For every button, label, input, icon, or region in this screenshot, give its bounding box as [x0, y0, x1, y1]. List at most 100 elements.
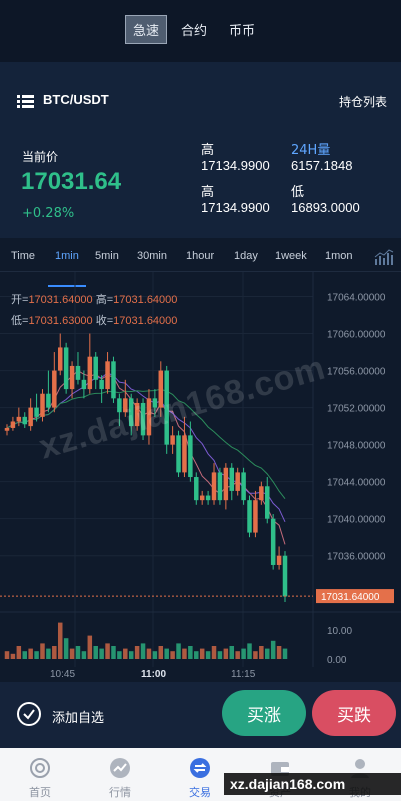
- volume-bar: [176, 643, 181, 659]
- candle-body: [182, 435, 187, 473]
- volume-bar: [128, 651, 134, 659]
- list-icon[interactable]: [17, 95, 34, 108]
- candle-body: [188, 435, 193, 478]
- volume-bar: [57, 622, 63, 659]
- current-price-label: 当前价: [22, 150, 59, 164]
- volume-bar: [123, 648, 128, 659]
- volume-bar: [69, 648, 75, 659]
- volume-tick-label: 0.00: [327, 655, 347, 666]
- y-tick-label: 17064.00000: [327, 293, 386, 304]
- volume-bar: [235, 651, 240, 659]
- x-tick-label: 10:45: [50, 669, 75, 680]
- volume-bar: [217, 651, 223, 659]
- interval-1min[interactable]: 1min: [55, 250, 79, 262]
- volume-bar: [75, 646, 81, 659]
- volume-bar: [259, 646, 264, 659]
- tab-home[interactable]: 首页: [0, 748, 80, 801]
- high-label: 高: [201, 143, 215, 158]
- candle-body: [211, 472, 217, 501]
- interval-tabs: Time 1min 5min 30min 1hour 1day 1week 1m…: [0, 242, 401, 272]
- candle-body: [194, 477, 199, 501]
- interval-time[interactable]: Time: [11, 250, 35, 262]
- tab-market[interactable]: 行情: [80, 748, 160, 801]
- tab-home-label: 首页: [29, 786, 51, 799]
- volume-bar: [134, 646, 140, 659]
- add-favorite-check-icon[interactable]: [17, 702, 41, 726]
- buy-up-button[interactable]: 买涨: [222, 690, 306, 736]
- candle-body: [229, 467, 235, 491]
- volume-bar: [117, 651, 122, 659]
- home-icon: [30, 758, 50, 778]
- y-tick-label: 17060.00000: [327, 330, 386, 341]
- candle-body: [176, 435, 181, 473]
- volume-bar: [40, 643, 45, 659]
- price-change: +0.28%: [22, 206, 75, 221]
- candle-body: [217, 472, 223, 501]
- volume-bar: [199, 648, 205, 659]
- ohlc-open-high: 开=17031.64000 高=17031.64000: [11, 294, 178, 306]
- volume-bar: [223, 648, 229, 659]
- tab-spot[interactable]: 币币: [221, 15, 263, 44]
- y-tick-label: 17056.00000: [327, 367, 386, 378]
- candle-body: [34, 407, 39, 417]
- candle-body: [111, 361, 116, 399]
- add-favorite-label[interactable]: 添加自选: [52, 707, 104, 726]
- volume-bar: [276, 646, 282, 659]
- low-value: 16893.0000: [291, 200, 360, 215]
- candle-body: [241, 472, 246, 501]
- volume-bar: [105, 643, 110, 659]
- volume-bar: [46, 648, 51, 659]
- volume-bar: [34, 651, 39, 659]
- candle-body: [63, 347, 69, 390]
- candlestick-chart[interactable]: 17064.00000 17060.00000 17056.00000 17052.0…: [0, 272, 401, 682]
- candle-body: [16, 416, 22, 422]
- y-tick-label: 17052.00000: [327, 404, 386, 415]
- volume-tick-label: 10.00: [327, 626, 352, 637]
- candle-body: [276, 555, 282, 565]
- interval-1day[interactable]: 1day: [234, 250, 258, 262]
- buy-down-button[interactable]: 买跌: [312, 690, 396, 736]
- watermark-tag: xz.dajian168.com: [224, 773, 401, 795]
- volume-bar: [63, 638, 69, 659]
- candle-body: [270, 518, 276, 565]
- market-icon: [110, 758, 130, 778]
- interval-1week[interactable]: 1week: [275, 250, 307, 262]
- candle-body: [4, 427, 10, 431]
- candle-body: [205, 495, 211, 501]
- volume-bar: [182, 648, 187, 659]
- volume-bar: [28, 648, 33, 659]
- candle-body: [46, 393, 51, 408]
- volume-bar: [158, 646, 164, 659]
- chart-settings-icon[interactable]: [374, 249, 394, 265]
- volume-bars-group: [4, 622, 288, 659]
- volume-bar: [241, 648, 246, 659]
- volume-bar: [205, 651, 211, 659]
- tab-contract[interactable]: 合约: [173, 15, 215, 44]
- candle-body: [170, 435, 175, 445]
- tab-quick[interactable]: 急速: [125, 15, 168, 44]
- interval-1mon[interactable]: 1mon: [325, 250, 353, 262]
- candle-body: [75, 365, 81, 380]
- y-tick-label: 17044.00000: [327, 478, 386, 489]
- volume-bar: [140, 643, 146, 659]
- candle-body: [69, 365, 75, 390]
- pair-title[interactable]: BTC/USDT: [43, 92, 109, 107]
- volume-bar: [229, 646, 235, 659]
- candle-body: [105, 361, 110, 390]
- volume-bar: [16, 646, 22, 659]
- volume-bar: [87, 635, 93, 659]
- y-tick-label: 17036.00000: [327, 552, 386, 563]
- volume-bar: [265, 648, 270, 659]
- candle-body: [10, 421, 16, 428]
- positions-list-link[interactable]: 持仓列表: [339, 93, 387, 110]
- interval-5min[interactable]: 5min: [95, 250, 119, 262]
- candle-body: [28, 407, 33, 427]
- high-value: 17134.9900: [201, 158, 270, 173]
- interval-30min[interactable]: 30min: [137, 250, 167, 262]
- candle-body: [235, 472, 240, 491]
- mode-tabs: 急速 合约 币币: [125, 15, 263, 44]
- candle-body: [265, 486, 270, 519]
- volume-bar: [211, 646, 217, 659]
- candle-body: [93, 356, 98, 380]
- interval-1hour[interactable]: 1hour: [186, 250, 214, 262]
